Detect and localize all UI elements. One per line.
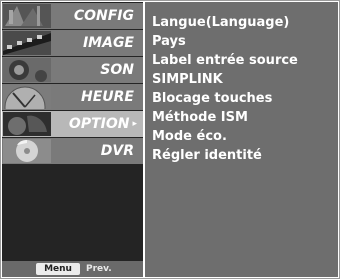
menu-item-label: DVR bbox=[100, 143, 134, 159]
menu-item-label: OPTION ▸ bbox=[68, 116, 137, 132]
config-thumbnail-icon bbox=[3, 4, 51, 28]
menu-footer-bar: Menu Prev. bbox=[2, 261, 143, 277]
image-thumbnail-icon bbox=[3, 31, 51, 55]
prev-label: Prev. bbox=[86, 264, 112, 274]
menu-item-heure[interactable]: HEURE bbox=[2, 84, 143, 110]
option-item-regler-identite[interactable]: Régler identité bbox=[152, 146, 298, 165]
option-item-simplink[interactable]: SIMPLINK bbox=[152, 70, 298, 89]
option-item-blocage-touches[interactable]: Blocage touches bbox=[152, 89, 298, 108]
menu-item-label: HEURE bbox=[81, 89, 134, 105]
menu-item-dvr[interactable]: DVR bbox=[2, 138, 143, 164]
option-item-langue[interactable]: Langue(Language) bbox=[152, 13, 298, 32]
menu-item-config[interactable]: CONFIG bbox=[2, 3, 143, 29]
menu-item-label: CONFIG bbox=[73, 8, 134, 24]
menu-item-label: SON bbox=[100, 62, 134, 78]
dvr-thumbnail-icon bbox=[3, 139, 51, 163]
menu-item-image[interactable]: IMAGE bbox=[2, 30, 143, 56]
menu-item-label: IMAGE bbox=[82, 35, 134, 51]
menu-key-button[interactable]: Menu bbox=[36, 263, 80, 275]
heure-thumbnail-icon bbox=[3, 85, 51, 109]
tv-osd-screen: CONFIG IMAGE SON HEURE OPTION ▸ DVR Menu… bbox=[0, 0, 346, 279]
option-item-pays[interactable]: Pays bbox=[152, 32, 298, 51]
arrow-right-icon: ▸ bbox=[132, 119, 137, 129]
osd-menu-frame: CONFIG IMAGE SON HEURE OPTION ▸ DVR Menu… bbox=[0, 0, 340, 279]
option-item-label-entree-source[interactable]: Label entrée source bbox=[152, 51, 298, 70]
son-thumbnail-icon bbox=[3, 58, 51, 82]
option-item-mode-eco[interactable]: Mode éco. bbox=[152, 127, 298, 146]
menu-item-option[interactable]: OPTION ▸ bbox=[2, 111, 143, 137]
option-item-methode-ism[interactable]: Méthode ISM bbox=[152, 108, 298, 127]
option-list: Langue(Language) Pays Label entrée sourc… bbox=[152, 13, 298, 165]
option-thumbnail-icon bbox=[3, 112, 51, 136]
menu-item-son[interactable]: SON bbox=[2, 57, 143, 83]
main-menu-column: CONFIG IMAGE SON HEURE OPTION ▸ DVR Menu… bbox=[2, 2, 143, 277]
